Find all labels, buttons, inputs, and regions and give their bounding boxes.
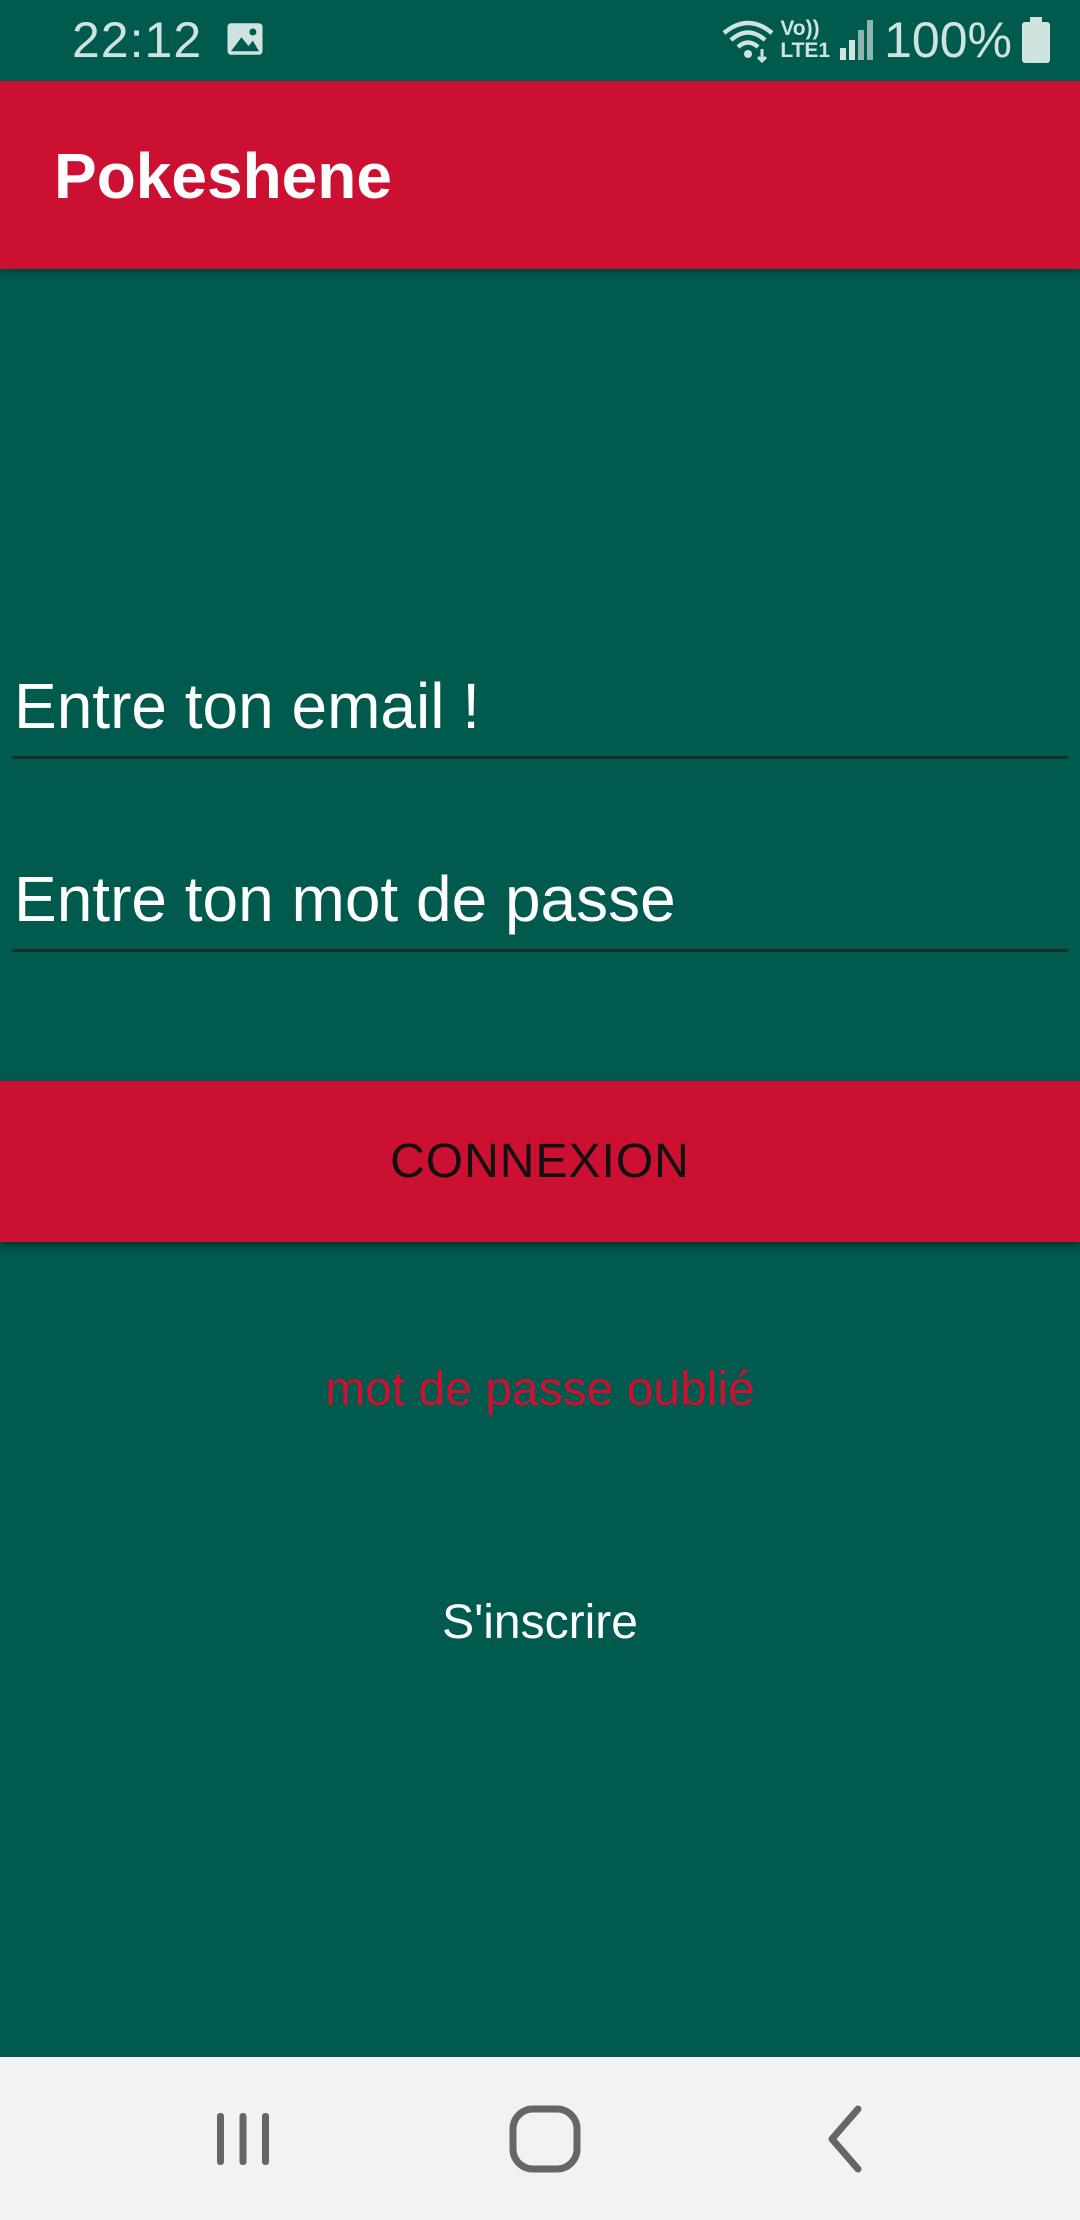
email-input[interactable]: [14, 656, 1064, 756]
password-field-container: [12, 849, 1068, 952]
battery-percentage: 100%: [884, 12, 1012, 68]
recents-icon[interactable]: [201, 2097, 285, 2181]
app-bar: Pokeshene: [0, 81, 1080, 269]
status-time: 22:12: [72, 12, 203, 68]
app-title: Pokeshene: [54, 140, 392, 212]
email-field-container: [12, 656, 1068, 759]
back-icon[interactable]: [806, 2097, 890, 2181]
battery-icon: [1022, 17, 1050, 63]
navigation-bar: [0, 2057, 1080, 2220]
signal-icon: [840, 20, 874, 60]
wifi-icon: [722, 20, 774, 63]
status-right-group: Vo)) LTE1 100%: [722, 8, 1050, 72]
signup-link[interactable]: S'inscrire: [0, 1593, 1080, 1653]
password-input[interactable]: [14, 849, 1064, 949]
network-type-label: Vo)) LTE1: [780, 17, 831, 62]
home-icon[interactable]: [503, 2097, 587, 2181]
gallery-icon: [227, 23, 263, 55]
forgot-password-link[interactable]: mot de passe oublié: [0, 1360, 1080, 1420]
status-bar: 22:12 Vo)) LTE1 100%: [0, 0, 1080, 81]
login-button[interactable]: CONNEXION: [0, 1081, 1080, 1242]
